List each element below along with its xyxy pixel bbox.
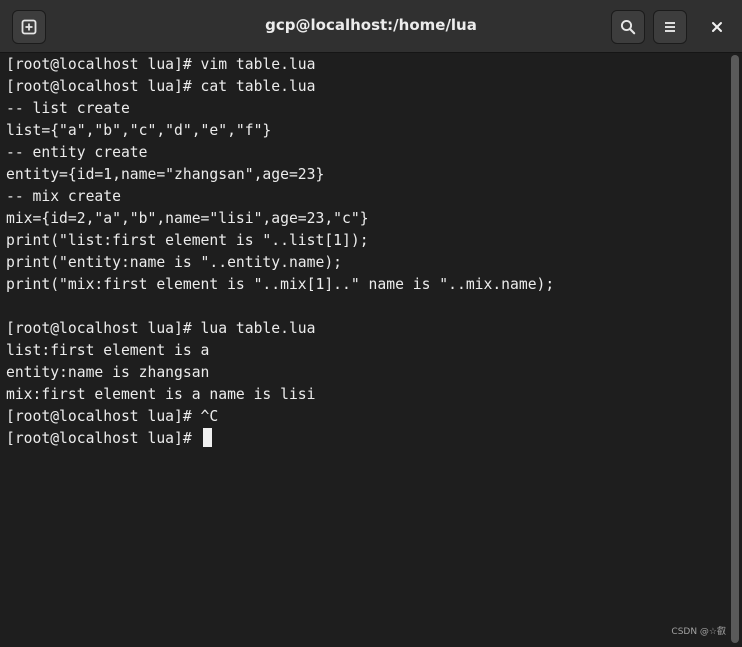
title-bar: gcp@localhost:/home/lua bbox=[0, 0, 742, 53]
prompt-line[interactable]: [root@localhost lua]# bbox=[6, 428, 726, 450]
terminal-line: print("list:first element is "..list[1])… bbox=[6, 232, 369, 249]
terminal-line: -- entity create bbox=[6, 144, 148, 161]
new-tab-button[interactable] bbox=[12, 10, 46, 44]
terminal-line: [root@localhost lua]# cat table.lua bbox=[6, 78, 316, 95]
close-icon bbox=[712, 22, 722, 32]
terminal-line: list:first element is a bbox=[6, 342, 210, 359]
terminal-line: -- list create bbox=[6, 100, 130, 117]
text-cursor bbox=[202, 428, 212, 447]
terminal-line: print("entity:name is "..entity.name); bbox=[6, 254, 343, 271]
watermark: CSDN @☆叡 bbox=[671, 627, 726, 637]
search-icon bbox=[620, 19, 636, 35]
terminal-line: list={"a","b","c","d","e","f"} bbox=[6, 122, 272, 139]
terminal-line: mix:first element is a name is lisi bbox=[6, 386, 316, 403]
terminal-output[interactable]: [root@localhost lua]# vim table.lua [roo… bbox=[0, 53, 726, 647]
scrollbar-thumb[interactable] bbox=[731, 55, 739, 643]
terminal-line: entity:name is zhangsan bbox=[6, 364, 210, 381]
terminal-line: [root@localhost lua]# lua table.lua bbox=[6, 320, 316, 337]
terminal-line: [root@localhost lua]# vim table.lua bbox=[6, 56, 316, 73]
new-tab-icon bbox=[21, 19, 37, 35]
scrollbar[interactable] bbox=[728, 53, 742, 647]
terminal-line: [root@localhost lua]# ^C bbox=[6, 408, 219, 425]
search-button[interactable] bbox=[611, 10, 645, 44]
prompt-text: [root@localhost lua]# bbox=[6, 430, 201, 447]
hamburger-menu-icon bbox=[665, 22, 675, 32]
terminal-line: print("mix:first element is "..mix[1].."… bbox=[6, 276, 555, 293]
terminal-window: gcp@localhost:/home/lua [root@localhost … bbox=[0, 0, 742, 647]
terminal-line: -- mix create bbox=[6, 188, 121, 205]
terminal-line: entity={id=1,name="zhangsan",age=23} bbox=[6, 166, 325, 183]
menu-button[interactable] bbox=[653, 10, 687, 44]
terminal-line: mix={id=2,"a","b",name="lisi",age=23,"c"… bbox=[6, 210, 369, 227]
close-button[interactable] bbox=[700, 10, 734, 44]
